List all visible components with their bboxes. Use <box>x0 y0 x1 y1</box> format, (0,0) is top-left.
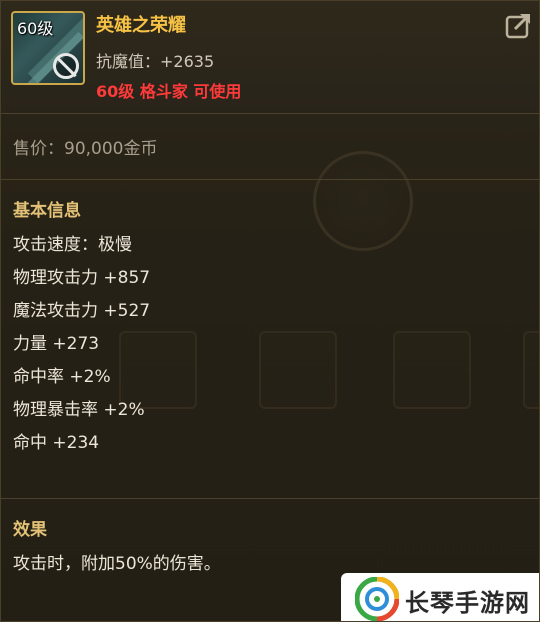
stat-hit-rate: 命中率 +2% <box>13 367 111 387</box>
stat-physical-crit-rate: 物理暴击率 +2% <box>13 400 145 420</box>
share-icon <box>505 13 531 39</box>
basic-info-title: 基本信息 <box>13 201 81 221</box>
effect-title: 效果 <box>13 520 47 540</box>
share-button[interactable] <box>505 11 533 39</box>
item-resist-value: 抗魔值：+2635 <box>96 52 215 71</box>
stat-magic-attack: 魔法攻击力 +527 <box>13 301 151 321</box>
item-header: 60级 英雄之荣耀 抗魔值：+2635 60级 格斗家 可使用 <box>1 1 539 113</box>
item-name: 英雄之荣耀 <box>96 15 186 36</box>
site-watermark: 长琴手游网 <box>341 573 539 621</box>
stat-hit: 命中 +234 <box>13 433 100 453</box>
background-slot <box>393 331 471 409</box>
stat-attack-speed: 攻击速度：极慢 <box>13 235 132 255</box>
divider <box>1 498 539 499</box>
stat-list: 攻击速度：极慢 物理攻击力 +857 魔法攻击力 +527 力量 +273 命中… <box>13 229 150 460</box>
site-logo-icon <box>355 577 399 621</box>
stat-physical-attack: 物理攻击力 +857 <box>13 268 151 288</box>
sell-price: 售价：90,000金币 <box>13 139 158 159</box>
background-slot <box>259 331 337 409</box>
effect-text: 攻击时，附加50%的伤害。 <box>13 554 221 574</box>
item-level-badge: 60级 <box>17 19 54 38</box>
unusable-icon <box>53 53 79 79</box>
stat-strength: 力量 +273 <box>13 334 100 354</box>
background-emblem <box>313 151 413 251</box>
item-tooltip-panel: 60级 英雄之荣耀 抗魔值：+2635 60级 格斗家 可使用 售价：90,00… <box>0 0 540 622</box>
item-icon: 60级 <box>11 11 85 85</box>
site-watermark-text: 长琴手游网 <box>405 589 530 617</box>
item-requirement: 60级 格斗家 可使用 <box>96 82 242 101</box>
background-slot <box>523 331 539 409</box>
divider <box>1 179 539 180</box>
divider <box>1 113 539 114</box>
